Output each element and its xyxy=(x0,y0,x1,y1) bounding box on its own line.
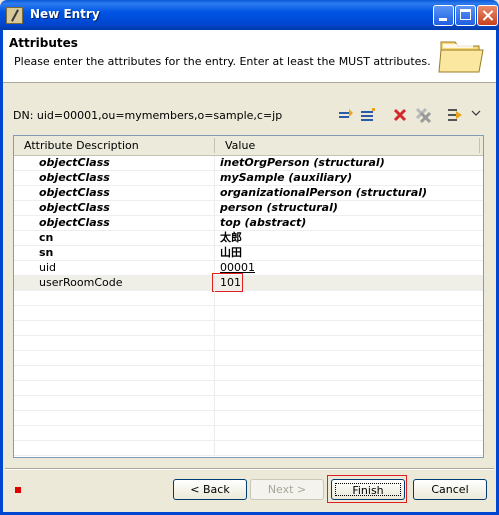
attribute-value[interactable]: person (structural) xyxy=(220,201,338,215)
table-row-empty xyxy=(14,306,483,321)
table-header: Attribute Description Value xyxy=(14,136,483,156)
table-row[interactable]: objectClass organizationalPerson (struct… xyxy=(14,186,483,201)
table-row-empty xyxy=(14,321,483,336)
button-bar-separator xyxy=(5,468,494,470)
attribute-value[interactable]: organizationalPerson (structural) xyxy=(220,186,427,200)
table-row-empty xyxy=(14,291,483,306)
attribute-value[interactable]: 太郎 xyxy=(220,231,242,245)
close-button[interactable] xyxy=(477,5,498,26)
finish-button[interactable]: Finish xyxy=(331,479,405,500)
attribute-name: objectClass xyxy=(39,186,110,199)
wizard-header: Attributes Please enter the attributes f… xyxy=(3,30,496,83)
page-title: Attributes xyxy=(9,36,78,50)
attribute-name: objectClass xyxy=(39,156,110,169)
cancel-button[interactable]: Cancel xyxy=(413,479,487,500)
column-separator xyxy=(214,138,215,153)
error-marker-icon xyxy=(15,487,21,493)
attribute-name: uid xyxy=(39,261,57,274)
table-row-empty xyxy=(14,411,483,426)
new-value-icon[interactable] xyxy=(360,106,376,124)
attribute-name: sn xyxy=(39,246,54,259)
attribute-name: objectClass xyxy=(39,171,110,184)
attribute-value[interactable]: 山田 xyxy=(220,246,242,260)
table-row[interactable]: uid 00001 xyxy=(14,261,483,276)
table-row-empty xyxy=(14,441,483,456)
page-description: Please enter the attributes for the entr… xyxy=(14,55,431,68)
minimize-button[interactable] xyxy=(433,5,454,26)
column-separator xyxy=(479,138,480,153)
folder-icon xyxy=(438,41,484,73)
table-row-empty xyxy=(14,366,483,381)
attributes-table[interactable]: Attribute Description Value objectClass … xyxy=(13,135,484,458)
app-icon xyxy=(6,7,23,24)
table-row[interactable]: objectClass mySample (auxiliary) xyxy=(14,171,483,186)
attribute-value[interactable]: top (abstract) xyxy=(220,216,306,230)
attribute-value[interactable]: inetOrgPerson (structural) xyxy=(220,156,385,170)
table-row[interactable]: objectClass top (abstract) xyxy=(14,216,483,231)
table-row-empty xyxy=(14,336,483,351)
value-editor-highlight xyxy=(212,273,243,292)
table-row-selected[interactable]: userRoomCode 101 xyxy=(14,273,483,292)
next-button[interactable]: Next > xyxy=(250,479,324,500)
show-quick-filter-icon[interactable] xyxy=(446,106,464,124)
new-attribute-icon[interactable] xyxy=(338,106,354,124)
table-row[interactable]: objectClass person (structural) xyxy=(14,201,483,216)
attribute-name: userRoomCode xyxy=(39,276,123,289)
window-title: New Entry xyxy=(30,7,100,21)
table-row[interactable]: objectClass inetOrgPerson (structural) xyxy=(14,156,483,171)
delete-icon[interactable] xyxy=(392,106,408,124)
table-row-empty xyxy=(14,351,483,366)
maximize-button[interactable] xyxy=(455,5,476,26)
table-row[interactable]: cn 太郎 xyxy=(14,231,483,246)
column-header-attribute[interactable]: Attribute Description xyxy=(24,139,139,152)
delete-all-icon[interactable] xyxy=(414,106,432,124)
attribute-name: cn xyxy=(39,231,54,244)
table-row-empty xyxy=(14,426,483,441)
table-row-empty xyxy=(14,381,483,396)
dn-label: DN: uid=00001,ou=mymembers,o=sample,c=jp xyxy=(13,109,283,122)
attribute-name: objectClass xyxy=(39,201,110,214)
table-row-empty xyxy=(14,396,483,411)
back-button[interactable]: < Back xyxy=(173,479,247,500)
attribute-name: objectClass xyxy=(39,216,110,229)
table-row[interactable]: sn 山田 xyxy=(14,246,483,261)
attribute-value[interactable]: mySample (auxiliary) xyxy=(220,171,352,185)
column-header-value[interactable]: Value xyxy=(225,139,255,152)
view-menu-icon[interactable] xyxy=(470,106,482,124)
title-bar: New Entry xyxy=(0,0,499,30)
finish-button-label: Finish xyxy=(335,483,401,497)
